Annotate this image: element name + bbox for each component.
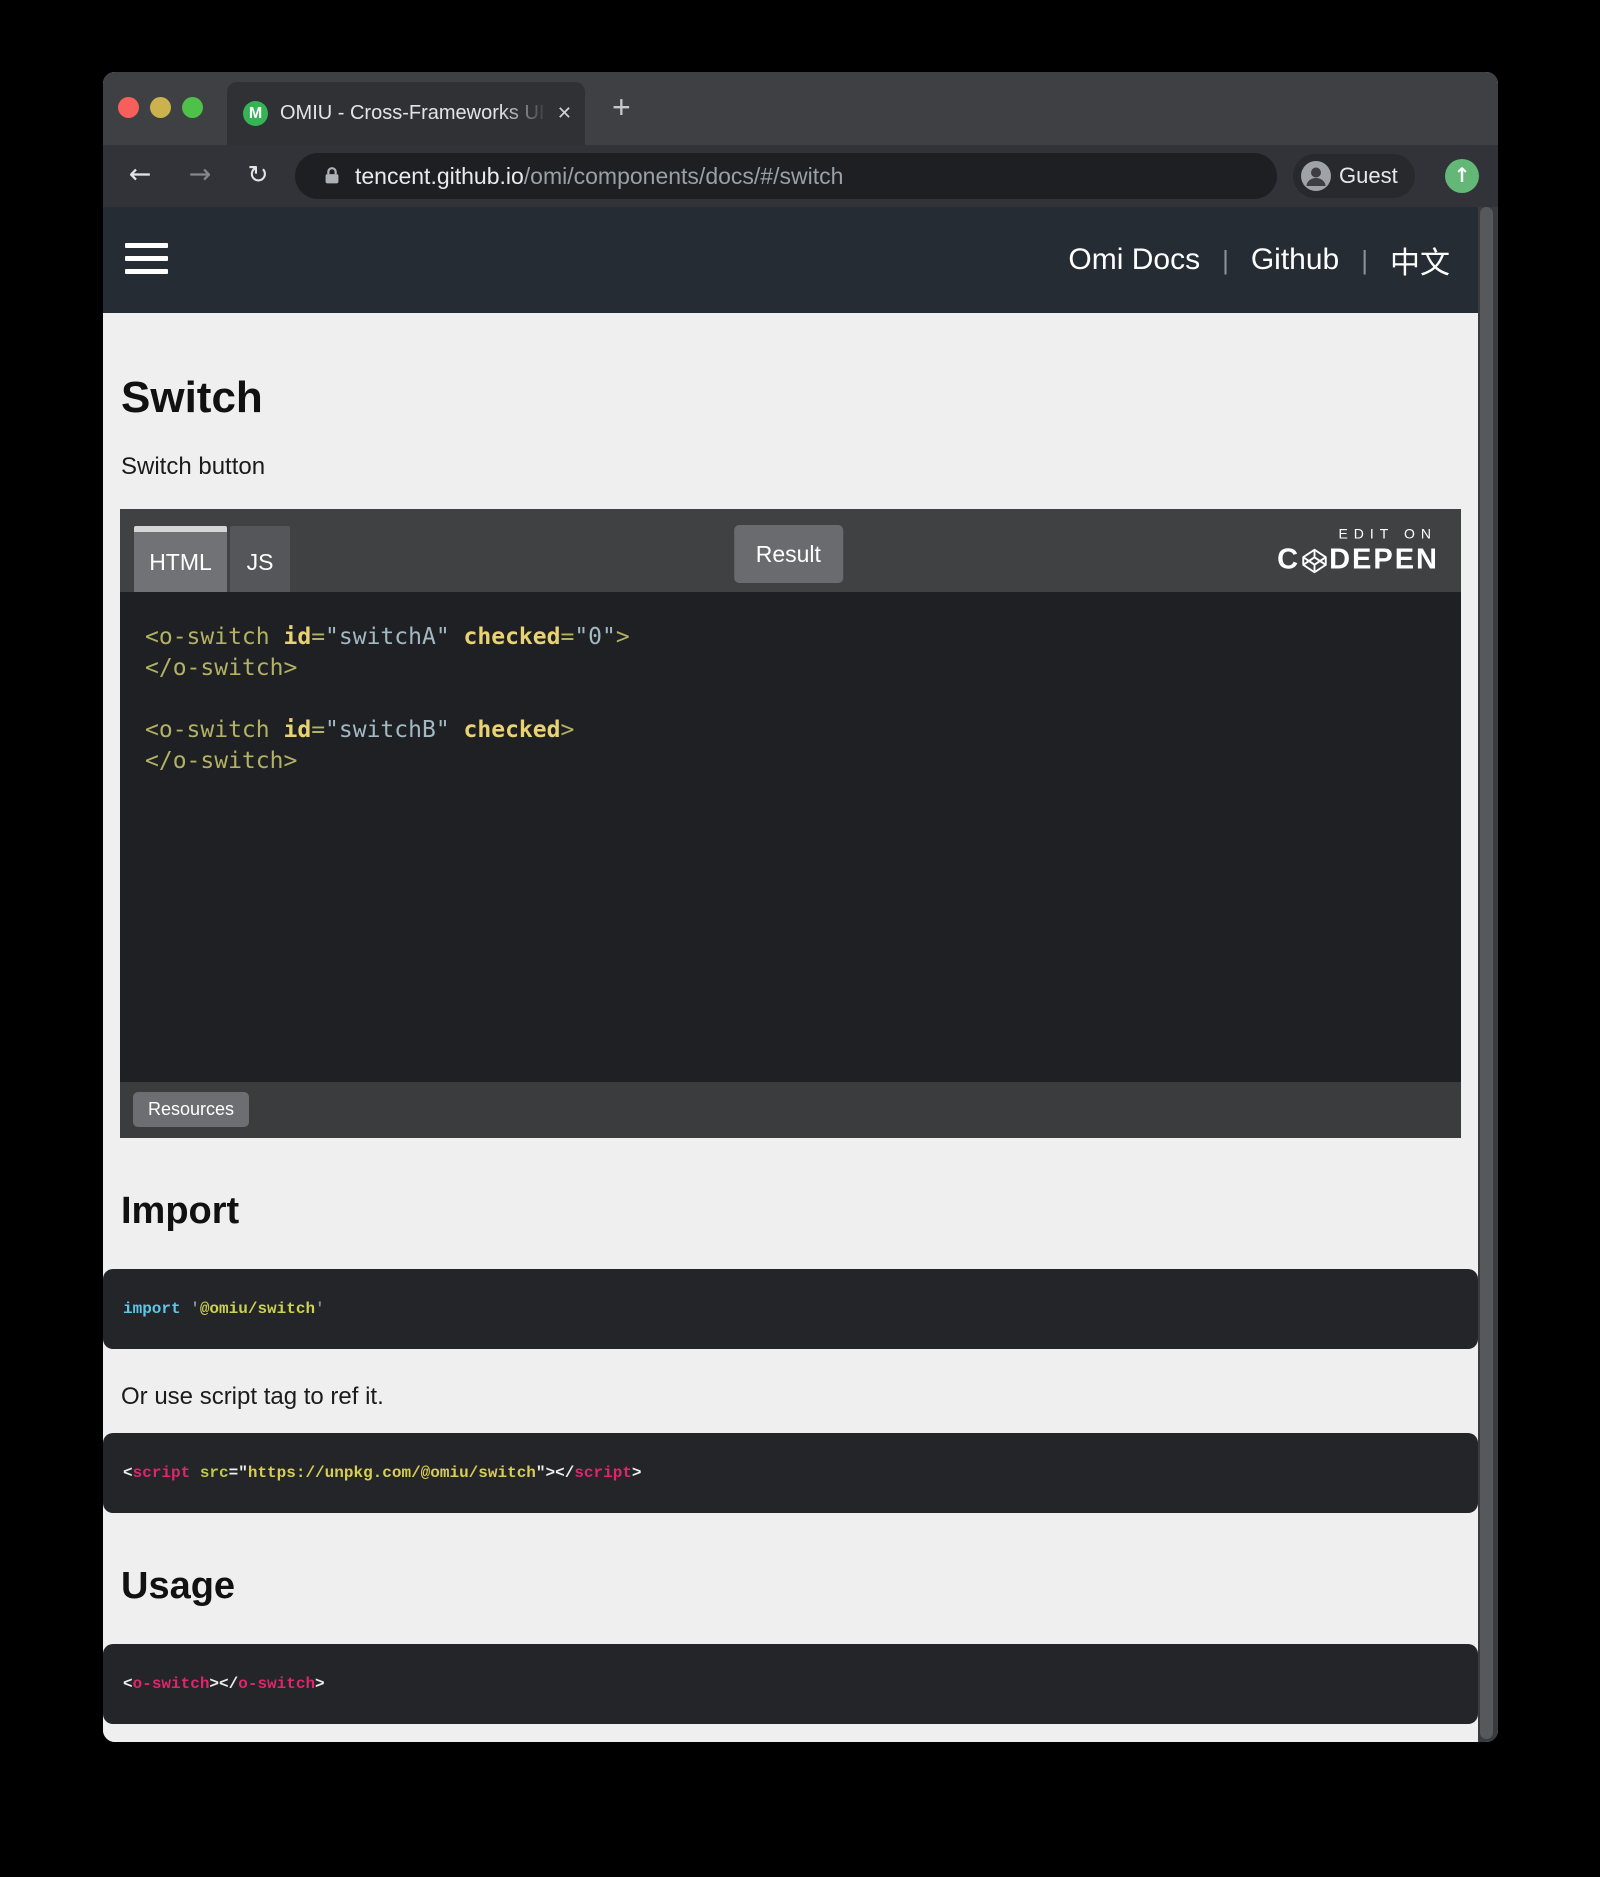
usage-code: <o-switch></o-switch> [123,1675,325,1693]
close-window-button[interactable] [118,97,139,118]
embed-code: <o-switch id="switchA" checked="0"> </o-… [145,622,1441,777]
import-code: import '@omiu/switch' [123,1300,325,1318]
scrollbar-thumb[interactable] [1480,207,1493,1739]
tab-js[interactable]: JS [230,526,290,592]
back-button[interactable]: ← [123,145,157,207]
nav-language[interactable]: 中文 [1390,238,1450,282]
codepen-code-panel[interactable]: <o-switch id="switchA" checked="0"> </o-… [120,592,1461,1082]
import-heading: Import [121,1190,1460,1233]
url-host: tencent.github.io [355,163,524,189]
zoom-window-button[interactable] [182,97,203,118]
nav-github[interactable]: Github [1251,243,1339,277]
browser-tab[interactable]: M OMIU - Cross-Frameworks UI F ✕ [227,82,585,145]
browser-titlebar: M OMIU - Cross-Frameworks UI F ✕ + [103,72,1498,145]
script-note: Or use script tag to ref it. [121,1383,1460,1411]
nav-omi-docs[interactable]: Omi Docs [1068,243,1200,277]
reload-button[interactable]: ↻ [241,145,275,207]
page-content: Switch Switch button HTML JS Result EDIT… [103,313,1478,1742]
profile-button[interactable]: Guest [1293,154,1415,198]
script-code-block: <script src="https://unpkg.com/@omiu/swi… [103,1433,1478,1513]
codepen-embed-footer: Resources [120,1082,1461,1138]
page-scrollbar[interactable] [1478,207,1498,1742]
browser-window: M OMIU - Cross-Frameworks UI F ✕ + ← → ↻… [103,72,1498,1742]
codepen-embed-header: HTML JS Result EDIT ON C DEPEN [120,509,1461,592]
tab-close-icon[interactable]: ✕ [557,82,572,145]
edit-on-label: EDIT ON [1277,525,1437,541]
address-bar[interactable]: tencent.github.io/omi/components/docs/#/… [295,153,1277,199]
extension-icon[interactable]: ↑ [1445,159,1479,193]
site-nav: Omi Docs | Github | 中文 [1068,207,1450,313]
profile-label: Guest [1339,154,1398,198]
tab-title: OMIU - Cross-Frameworks UI F [280,82,548,145]
nav-separator: | [1361,245,1368,276]
forward-button[interactable]: → [183,145,217,207]
nav-separator: | [1222,245,1229,276]
import-code-block: import '@omiu/switch' [103,1269,1478,1349]
tab-html[interactable]: HTML [134,526,227,592]
resources-button[interactable]: Resources [133,1092,249,1127]
screenshot-canvas: M OMIU - Cross-Frameworks UI F ✕ + ← → ↻… [0,0,1600,1877]
script-code: <script src="https://unpkg.com/@omiu/swi… [123,1464,642,1482]
codepen-logo: C DEPEN [1277,543,1439,576]
codepen-embed: HTML JS Result EDIT ON C DEPEN [120,509,1461,1138]
page-subtitle: Switch button [121,453,1460,481]
page-title: Switch [121,373,1460,423]
browser-toolbar: ← → ↻ tencent.github.io/omi/components/d… [103,145,1498,207]
codepen-cube-icon [1301,547,1328,574]
minimize-window-button[interactable] [150,97,171,118]
usage-heading: Usage [121,1565,1460,1608]
avatar-icon [1301,161,1331,191]
codepen-logo-text-right: DEPEN [1329,543,1439,576]
new-tab-button[interactable]: + [604,72,639,145]
codepen-logo-text-left: C [1277,543,1300,576]
edit-on-codepen-link[interactable]: EDIT ON C DEPEN [1277,525,1439,576]
menu-icon[interactable] [125,243,168,274]
omi-favicon-icon: M [243,101,268,126]
url-path: /omi/components/docs/#/switch [524,163,844,189]
url-text: tencent.github.io/omi/components/docs/#/… [355,153,843,199]
usage-code-block: <o-switch></o-switch> [103,1644,1478,1724]
site-header: Omi Docs | Github | 中文 [103,207,1498,313]
lock-icon [321,165,343,187]
result-button[interactable]: Result [734,525,843,583]
codepen-tabs: HTML JS [134,526,290,592]
